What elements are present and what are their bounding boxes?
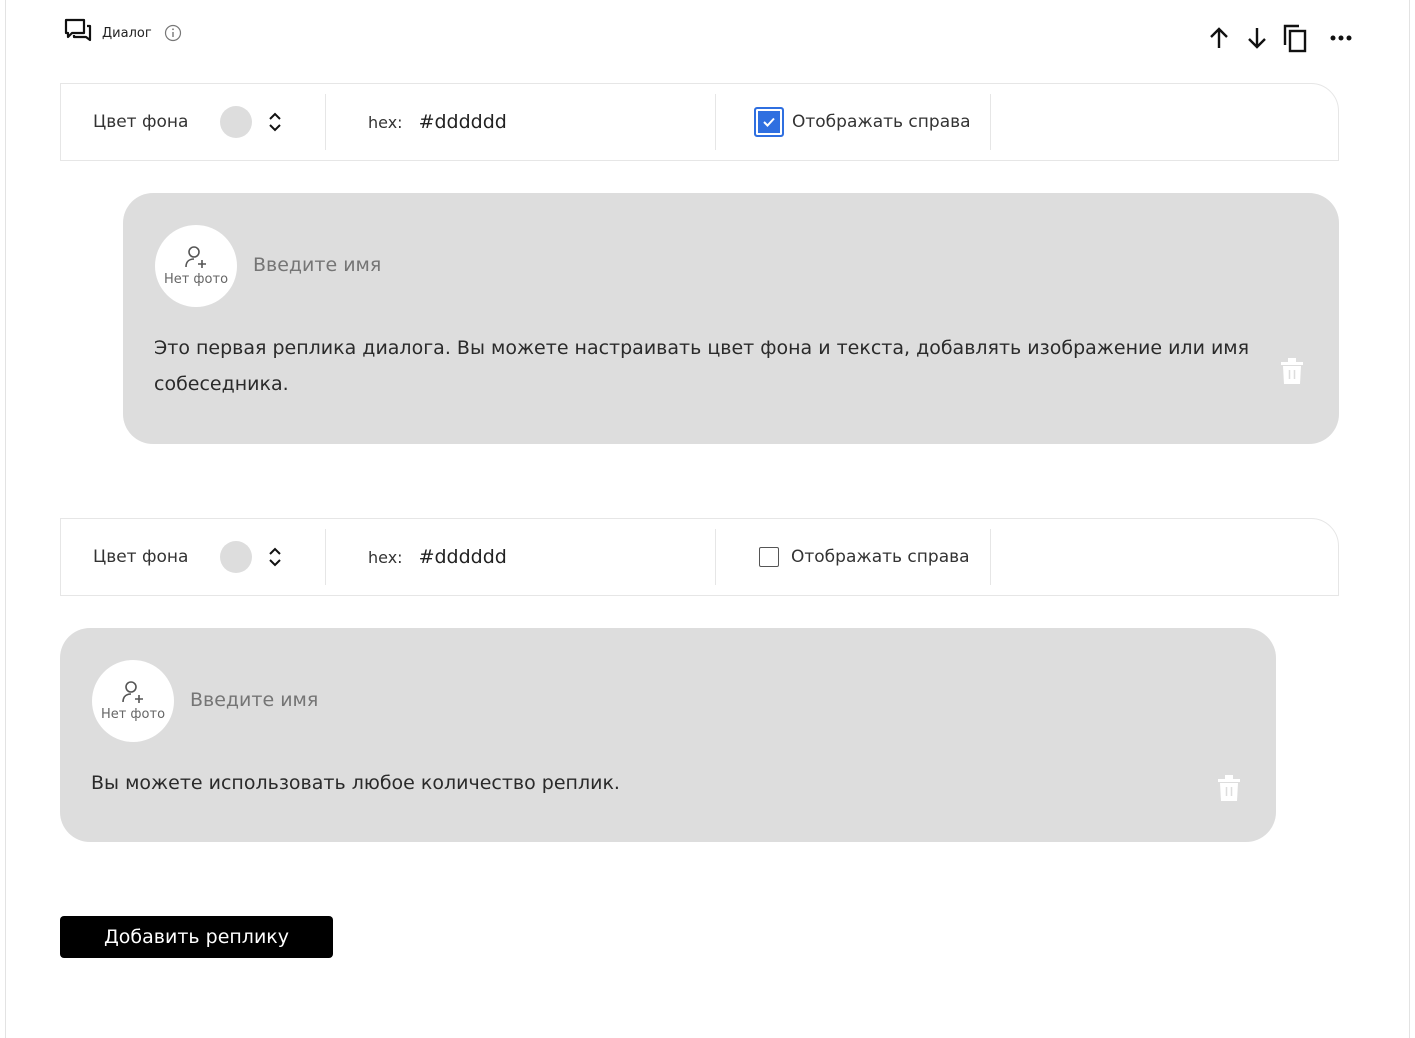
replica-bubble: Нет фото Это первая реплика диалога. Вы … (123, 193, 1339, 444)
show-right-checkbox[interactable] (754, 107, 784, 137)
more-icon[interactable] (1327, 24, 1355, 52)
bg-color-label: Цвет фона (93, 547, 189, 567)
show-right-control: Отображать справа (716, 94, 991, 150)
arrow-up-icon[interactable] (1205, 24, 1233, 52)
hex-control: hex: (326, 94, 716, 150)
add-user-icon (185, 246, 206, 268)
checkmark-icon (759, 112, 779, 132)
block-header: Диалог (64, 18, 182, 48)
hex-label: hex: (368, 112, 403, 132)
add-user-icon (122, 681, 143, 703)
hex-input[interactable] (418, 111, 619, 133)
replica-bubble: Нет фото Вы можете использовать любое ко… (60, 628, 1276, 842)
hex-label: hex: (368, 547, 403, 567)
replica-text-line: Вы можете использовать любое количество … (91, 772, 620, 794)
color-swatch[interactable] (220, 541, 253, 573)
bg-color-label: Цвет фона (93, 112, 189, 132)
trash-icon[interactable] (1279, 357, 1305, 385)
name-input[interactable] (190, 689, 590, 711)
avatar-upload[interactable]: Нет фото (155, 225, 237, 307)
replica-text-line: Это первая реплика диалога. Вы можете на… (154, 337, 1250, 359)
name-input[interactable] (253, 254, 653, 276)
replica-settings-bar: Цвет фона hex: Отображать справа (60, 83, 1339, 161)
replica-settings-bar: Цвет фона hex: Отображать справа (60, 518, 1339, 596)
no-photo-label: Нет фото (163, 272, 229, 287)
copy-icon[interactable] (1281, 24, 1309, 53)
add-replica-button[interactable]: Добавить реплику (60, 916, 333, 958)
info-icon[interactable] (164, 24, 182, 42)
trash-icon[interactable] (1216, 774, 1242, 802)
bg-color-control: Цвет фона (61, 529, 326, 585)
show-right-control: Отображать справа (716, 529, 991, 585)
arrow-down-icon[interactable] (1243, 24, 1271, 52)
block-toolbar (1205, 24, 1355, 53)
show-right-checkbox[interactable] (759, 547, 779, 567)
chevron-updown-icon[interactable] (264, 108, 286, 136)
block-title: Диалог (102, 25, 152, 41)
avatar-upload[interactable]: Нет фото (92, 660, 174, 742)
no-photo-label: Нет фото (100, 707, 166, 722)
color-swatch[interactable] (220, 106, 253, 138)
hex-control: hex: (326, 529, 716, 585)
chevron-updown-icon[interactable] (264, 543, 286, 571)
bg-color-control: Цвет фона (61, 94, 326, 150)
replica-text[interactable]: Вы можете использовать любое количество … (91, 765, 1191, 801)
replica-text[interactable]: Это первая реплика диалога. Вы можете на… (154, 330, 1274, 402)
show-right-label: Отображать справа (792, 112, 971, 132)
hex-input[interactable] (418, 546, 619, 568)
show-right-label: Отображать справа (791, 547, 970, 567)
chat-bubbles-icon (64, 18, 92, 48)
replica-text-line: собеседника. (154, 373, 289, 395)
